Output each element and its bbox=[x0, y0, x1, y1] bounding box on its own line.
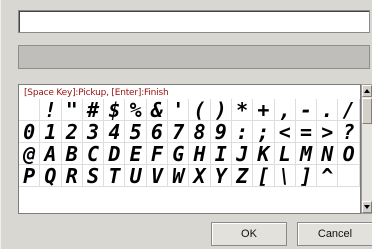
glyph-cell[interactable]: ' bbox=[168, 99, 190, 121]
glyph-cell[interactable]: S bbox=[82, 165, 105, 187]
glyph-cell[interactable]: L bbox=[274, 143, 296, 165]
glyph-cell[interactable]: 2 bbox=[61, 121, 83, 143]
glyph-cell[interactable] bbox=[19, 99, 41, 121]
glyph-cell[interactable]: B bbox=[61, 143, 83, 165]
glyph-cell[interactable]: Y bbox=[210, 165, 232, 187]
glyph-cell[interactable]: Z bbox=[231, 165, 254, 187]
glyph-cell[interactable]: N bbox=[317, 143, 339, 165]
glyph-cell[interactable]: A bbox=[40, 143, 62, 165]
glyph-cell[interactable]: H bbox=[189, 143, 211, 165]
glyph-cell[interactable]: $ bbox=[104, 99, 126, 121]
glyph-cell[interactable]: , bbox=[274, 99, 296, 121]
glyph-cell[interactable]: K bbox=[253, 143, 275, 165]
glyph-cell[interactable]: - bbox=[295, 99, 318, 121]
glyph-cell[interactable]: G bbox=[168, 143, 190, 165]
glyph-cell[interactable]: P bbox=[19, 165, 41, 187]
glyph-cell[interactable]: ; bbox=[253, 121, 275, 143]
preview-bar bbox=[18, 45, 370, 69]
character-grid-panel: [Space Key]:Pickup, [Enter]:Finish ! " # $%… bbox=[18, 84, 361, 214]
glyph-cell[interactable]: V bbox=[146, 165, 169, 187]
text-input-field[interactable] bbox=[18, 10, 370, 33]
glyph-cell[interactable]: # bbox=[82, 99, 105, 121]
glyph-cell[interactable]: 0 bbox=[19, 121, 41, 143]
key-hint-label: [Space Key]:Pickup, [Enter]:Finish bbox=[24, 88, 169, 98]
glyph-cell[interactable]: F bbox=[146, 143, 169, 165]
glyph-cell[interactable]: I bbox=[210, 143, 232, 165]
glyph-cell[interactable]: _ bbox=[338, 165, 360, 187]
glyph-cell[interactable]: ? bbox=[338, 121, 360, 143]
glyph-cell[interactable]: Q bbox=[40, 165, 62, 187]
glyph-cell[interactable]: " bbox=[61, 99, 83, 121]
glyph-cell[interactable]: C bbox=[82, 143, 105, 165]
character-picker-dialog: [Space Key]:Pickup, [Enter]:Finish ! " # $%… bbox=[0, 0, 372, 249]
glyph-cell[interactable]: ] bbox=[295, 165, 318, 187]
glyph-cell[interactable]: [ bbox=[253, 165, 275, 187]
glyph-cell[interactable]: R bbox=[61, 165, 83, 187]
glyph-cell[interactable]: 3 bbox=[82, 121, 105, 143]
scroll-down-button[interactable] bbox=[362, 201, 372, 213]
glyph-cell[interactable]: D bbox=[104, 143, 126, 165]
glyph-cell[interactable]: 6 bbox=[146, 121, 169, 143]
arrow-up-icon bbox=[364, 89, 370, 93]
glyph-cell[interactable]: W bbox=[168, 165, 190, 187]
glyph-cell[interactable]: 9 bbox=[210, 121, 232, 143]
glyph-cell[interactable]: % bbox=[125, 99, 147, 121]
glyph-cell[interactable]: \ bbox=[274, 165, 296, 187]
character-grid: ! " # $% & '() * +, -./ 0 1 2 3 4 5 6 7 8 9:; < = >? @ A B C D E F G H… bbox=[19, 99, 360, 187]
ok-button[interactable]: OK bbox=[211, 222, 287, 246]
vertical-scrollbar[interactable] bbox=[361, 84, 372, 214]
cancel-button[interactable]: Cancel bbox=[297, 222, 372, 246]
glyph-cell[interactable]: U bbox=[125, 165, 147, 187]
glyph-cell[interactable]: * bbox=[231, 99, 254, 121]
glyph-cell[interactable]: ! bbox=[40, 99, 62, 121]
glyph-cell[interactable]: M bbox=[295, 143, 318, 165]
glyph-cell[interactable]: @ bbox=[19, 143, 41, 165]
glyph-cell[interactable]: T bbox=[104, 165, 126, 187]
glyph-cell[interactable]: X bbox=[189, 165, 211, 187]
glyph-cell[interactable]: > bbox=[317, 121, 339, 143]
glyph-cell[interactable]: . bbox=[317, 99, 339, 121]
arrow-down-icon bbox=[364, 205, 370, 209]
scroll-thumb[interactable] bbox=[362, 98, 372, 124]
glyph-cell[interactable]: 8 bbox=[189, 121, 211, 143]
scroll-up-button[interactable] bbox=[362, 85, 372, 97]
glyph-cell[interactable]: = bbox=[295, 121, 318, 143]
glyph-cell[interactable]: 4 bbox=[104, 121, 126, 143]
glyph-cell[interactable]: ) bbox=[210, 99, 232, 121]
glyph-cell[interactable]: E bbox=[125, 143, 147, 165]
glyph-cell[interactable]: / bbox=[338, 99, 360, 121]
glyph-cell[interactable]: + bbox=[253, 99, 275, 121]
glyph-cell[interactable]: : bbox=[231, 121, 254, 143]
glyph-cell[interactable]: < bbox=[274, 121, 296, 143]
glyph-cell[interactable]: & bbox=[146, 99, 169, 121]
glyph-cell[interactable]: 7 bbox=[168, 121, 190, 143]
glyph-cell[interactable]: 1 bbox=[40, 121, 62, 143]
glyph-cell[interactable]: O bbox=[338, 143, 360, 165]
glyph-cell[interactable]: ( bbox=[189, 99, 211, 121]
glyph-cell[interactable]: ^ bbox=[317, 165, 339, 187]
glyph-cell[interactable]: 5 bbox=[125, 121, 147, 143]
glyph-cell[interactable]: J bbox=[231, 143, 254, 165]
